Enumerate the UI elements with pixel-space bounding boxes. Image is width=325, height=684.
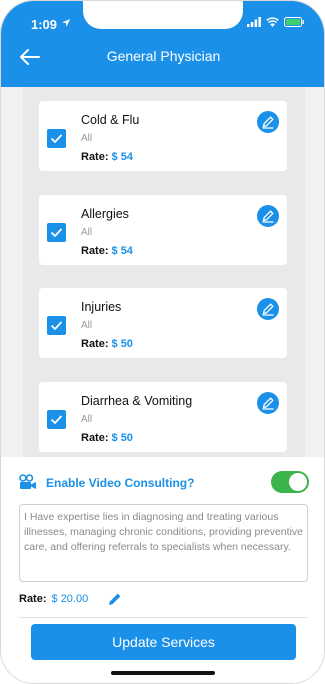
service-subtitle: All [81,227,93,238]
rate-label: Rate: [81,432,109,444]
rate-value: $ 50 [111,432,133,444]
pencil-icon [262,397,274,410]
edit-service-button[interactable] [257,392,279,414]
video-rate: Rate: $ 20.00 [19,593,88,605]
service-rate: Rate: $ 50 [81,338,133,350]
rate-value: $ 54 [111,151,133,163]
app-header: 1:09 General Physician [1,1,324,87]
phone-screen: 1:09 General Physician Cold & Flu All Ra… [0,0,325,684]
service-checkbox[interactable] [47,410,66,429]
service-rate: Rate: $ 50 [81,432,133,444]
pencil-icon [262,116,274,129]
service-checkbox[interactable] [47,129,66,148]
service-subtitle: All [81,414,93,425]
checkmark-icon [50,415,63,425]
service-rate: Rate: $ 54 [81,245,133,257]
edit-rate-pencil-icon[interactable] [107,591,123,607]
video-rate-value: $ 20.00 [51,593,89,605]
wifi-icon [266,17,279,27]
status-icons [247,17,304,27]
services-scroll-area[interactable]: Cold & Flu All Rate: $ 54 Allergies All R… [1,87,324,457]
rate-label: Rate: [81,338,109,350]
about-textarea[interactable]: I Have expertise lies in diagnosing and … [19,504,308,582]
page-title: General Physician [106,48,221,64]
service-card-diarrhea-vomiting: Diarrhea & Vomiting All Rate: $ 50 [39,382,287,452]
update-services-button[interactable]: Update Services [31,624,296,660]
edit-service-button[interactable] [257,298,279,320]
pencil-icon [262,303,274,316]
rate-value: $ 50 [111,338,133,350]
service-subtitle: All [81,320,93,331]
service-card-allergies: Allergies All Rate: $ 54 [39,195,287,265]
video-consulting-label: Enable Video Consulting? [46,476,195,490]
checkmark-icon [50,228,63,238]
rate-label: Rate: [19,593,47,605]
home-indicator [111,671,215,675]
rate-value: $ 54 [111,245,133,257]
service-name: Allergies [81,207,129,221]
service-name: Diarrhea & Vomiting [81,394,193,408]
video-camera-icon [19,474,36,489]
rate-label: Rate: [81,245,109,257]
service-rate: Rate: $ 54 [81,151,133,163]
checkmark-icon [50,321,63,331]
service-card-cold-flu: Cold & Flu All Rate: $ 54 [39,101,287,171]
edit-service-button[interactable] [257,205,279,227]
service-subtitle: All [81,133,93,144]
service-checkbox[interactable] [47,316,66,335]
signal-icon [247,17,261,27]
battery-icon [284,17,304,27]
rate-label: Rate: [81,151,109,163]
checkmark-icon [50,134,63,144]
edit-service-button[interactable] [257,111,279,133]
video-consulting-panel: Enable Video Consulting? I Have expertis… [1,457,324,683]
service-name: Cold & Flu [81,113,140,127]
status-time: 1:09 [31,17,58,32]
location-arrow-icon [62,19,70,27]
service-checkbox[interactable] [47,223,66,242]
service-name: Injuries [81,300,122,314]
divider [19,617,308,618]
toggle-knob [289,473,307,491]
device-notch [83,1,243,29]
service-card-injuries: Injuries All Rate: $ 50 [39,288,287,358]
pencil-icon [262,210,274,223]
video-consulting-toggle[interactable] [271,471,309,493]
